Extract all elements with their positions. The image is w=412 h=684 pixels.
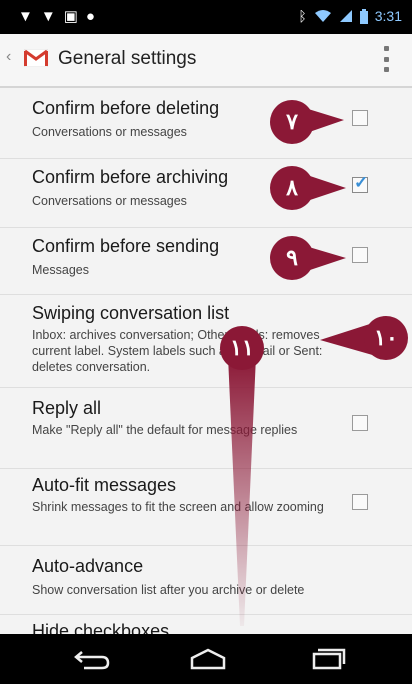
overflow-menu-icon[interactable] xyxy=(384,46,390,72)
recent-apps-icon[interactable] xyxy=(308,646,348,672)
sync-icon: ▼ xyxy=(40,8,56,25)
setting-reply-all[interactable]: Reply all Make "Reply all" the default f… xyxy=(0,388,412,469)
setting-confirm-archiving[interactable]: Confirm before archiving Conversations o… xyxy=(0,159,412,228)
gmail-icon[interactable] xyxy=(24,49,48,67)
annotation-badge-11: ١١ xyxy=(220,326,264,370)
clock: 3:31 xyxy=(374,8,402,24)
annotation-badge-10: ١٠ xyxy=(364,316,408,360)
action-bar: ‹ General settings xyxy=(0,34,412,88)
confirm-archiving-checkbox[interactable]: ✓ xyxy=(352,173,369,193)
setting-title: Confirm before deleting xyxy=(32,98,220,118)
navigation-bar xyxy=(0,634,412,684)
sync-icon: ▼ xyxy=(18,8,33,25)
confirm-sending-checkbox[interactable] xyxy=(352,247,368,263)
setting-title: Confirm before archiving xyxy=(32,167,229,187)
settings-list[interactable]: Confirm before deleting Conversations or… xyxy=(0,88,412,634)
setting-title: Hide checkboxes xyxy=(32,621,170,634)
setting-title: Swiping conversation list xyxy=(32,303,230,323)
home-icon[interactable] xyxy=(188,646,228,672)
setting-hide-checkboxes[interactable]: Hide checkboxes xyxy=(0,615,412,634)
annotation-badge-8: ٨ xyxy=(270,166,314,210)
annotation-badge-7: ٧ xyxy=(270,100,314,144)
reply-all-checkbox[interactable] xyxy=(352,415,368,431)
setting-summary: Show conversation list after you archive… xyxy=(32,583,305,597)
back-icon[interactable] xyxy=(72,646,112,672)
auto-fit-checkbox[interactable] xyxy=(352,494,368,510)
signal-icon xyxy=(339,10,352,22)
setting-title: Auto-advance xyxy=(32,556,144,576)
setting-summary: Shrink messages to fit the screen and al… xyxy=(32,500,324,514)
up-caret-icon[interactable]: ‹ xyxy=(6,48,11,66)
setting-title: Confirm before sending xyxy=(32,236,220,256)
battery-icon xyxy=(359,8,368,24)
status-bar: ▼ ▼ ▣ ● ᛒ 3:31 xyxy=(0,0,412,34)
messenger-icon: ● xyxy=(85,8,95,25)
setting-summary: Make "Reply all" the default for message… xyxy=(32,423,298,437)
setting-confirm-sending[interactable]: Confirm before sending Messages xyxy=(0,228,412,295)
gallery-icon: ▣ xyxy=(63,8,78,25)
confirm-deleting-checkbox[interactable] xyxy=(352,110,368,126)
setting-auto-advance[interactable]: Auto-advance Show conversation list afte… xyxy=(0,546,412,615)
setting-auto-fit-messages[interactable]: Auto-fit messages Shrink messages to fit… xyxy=(0,469,412,546)
annotation-arrow xyxy=(228,356,256,626)
wifi-icon xyxy=(314,10,331,22)
checkmark-icon: ✓ xyxy=(354,173,369,192)
setting-confirm-deleting[interactable]: Confirm before deleting Conversations or… xyxy=(0,88,412,159)
setting-title: Reply all xyxy=(32,398,102,418)
screen: ▼ ▼ ▣ ● ᛒ 3:31 ‹ General settings Confir… xyxy=(0,0,412,684)
bluetooth-icon: ᛒ xyxy=(298,8,307,24)
setting-title: Auto-fit messages xyxy=(32,475,177,495)
setting-summary: Inbox: archives conversation; Other labe… xyxy=(32,328,323,374)
annotation-badge-9: ٩ xyxy=(270,236,314,280)
page-title: General settings xyxy=(58,48,197,69)
